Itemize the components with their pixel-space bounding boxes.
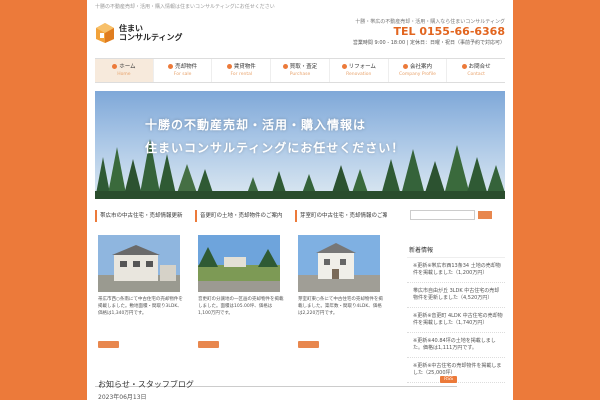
nav-sublabel: Renovation <box>346 72 372 77</box>
sidebar-news-item[interactable]: ※更新※40.84坪の土地を掲載しました。価格は1,111万円です。 <box>407 333 505 358</box>
nav-item-for-sale[interactable]: 売却物件 For sale <box>154 59 213 82</box>
hero-headline-1: 十勝の不動産売却・活用・購入情報は <box>145 118 367 132</box>
nav-item-renovation[interactable]: リフォーム Renovation <box>330 59 389 82</box>
sidebar-news-item[interactable]: ※更新※音更町 4LDK 中古住宅の売却物件を掲載しました（1,740万円） <box>407 308 505 333</box>
search-button[interactable] <box>478 211 492 219</box>
property-card-title[interactable]: 芽室町の中古住宅・売却情報のご案内 <box>295 210 387 222</box>
nav-bullet-icon <box>226 63 232 69</box>
house-box-icon <box>96 23 114 43</box>
property-card-title[interactable]: 帯広市の中古住宅・売却情報更新 <box>95 210 187 222</box>
nav-sublabel: Contact <box>467 72 485 77</box>
header-contact: 十勝・帯広の不動産売却・活用・購入なら住まいコンサルティング TEL 0155-… <box>353 18 505 46</box>
property-card-text: 帯広市西○条南にて中古住宅の売却物件を掲載しました。敷地面積・間取り3LDK、価… <box>98 297 183 316</box>
nav-label: 売却物件 <box>175 64 198 70</box>
nav-sublabel: Company Profile <box>399 72 436 77</box>
nav-label: お問合せ <box>468 64 491 70</box>
property-card[interactable]: 音更町の土地・売却物件のご案内 音更町の分譲地の一区画の売却物件を掲載しました。… <box>195 210 287 360</box>
logo-line-1: 住まい <box>119 24 143 33</box>
nav-sublabel: Home <box>117 72 131 77</box>
nav-item-contact[interactable]: お問合せ Contact <box>447 59 505 82</box>
nav-bullet-icon <box>168 63 174 69</box>
sidebar-news-item[interactable]: 帯広市自由が丘 3LDK 中古住宅の売却物件を更新しました（4,520万円） <box>407 283 505 308</box>
nav-item-company-profile[interactable]: 会社案内 Company Profile <box>389 59 448 82</box>
nav-item-for-rental[interactable]: 賃貸物件 For rental <box>212 59 272 82</box>
property-photo <box>98 235 180 292</box>
logo-text: 住まい コンサルティング <box>119 24 183 42</box>
search-form <box>410 210 505 220</box>
property-photo <box>298 235 380 292</box>
property-cards: 帯広市の中古住宅・売却情報更新 帯広市西○条南にて中古住宅の売却物件を掲載しまし… <box>95 210 395 360</box>
nav-item-purchase[interactable]: 買取・査定 Purchase <box>271 59 330 82</box>
nav-label: リフォーム <box>348 64 376 70</box>
logo-line-2: コンサルティング <box>119 33 183 42</box>
nav-label: 買取・査定 <box>289 64 318 70</box>
nav-sublabel: Purchase <box>289 72 311 77</box>
more-button[interactable] <box>298 341 319 348</box>
nav-bullet-icon <box>341 63 347 69</box>
news-title: お知らせ・スタッフブログ <box>98 380 194 389</box>
hero-headline-2: 住まいコンサルティングにお任せください！ <box>145 141 405 155</box>
sidebar-news-item[interactable]: ※更新※帯広市西13条34 土地の売却物件を掲載しました（1,200万円） <box>407 258 505 283</box>
nav-label: ホーム <box>119 64 136 70</box>
more-button[interactable] <box>198 341 219 348</box>
hero-banner: 十勝の不動産売却・活用・購入情報は 住まいコンサルティングにお任せください！ <box>95 91 505 199</box>
nav-sublabel: For rental <box>230 72 253 77</box>
page: 十勝の不動産売却・活用・購入情報は住まいコンサルティングにお任せください 住まい… <box>87 0 513 400</box>
rss-button[interactable]: RSS <box>440 376 457 383</box>
news-date: 2023年06月13日 <box>98 394 147 400</box>
nav-bullet-icon <box>402 63 408 69</box>
search-input[interactable] <box>410 210 475 220</box>
header-description: 十勝・帯広の不動産売却・活用・購入なら住まいコンサルティング <box>355 19 505 25</box>
nav-bullet-icon <box>461 63 467 69</box>
sidebar-heading: 新着情報 <box>407 245 505 258</box>
nav-bullet-icon <box>112 63 118 69</box>
property-card[interactable]: 帯広市の中古住宅・売却情報更新 帯広市西○条南にて中古住宅の売却物件を掲載しまし… <box>95 210 187 360</box>
nav-item-home[interactable]: ホーム Home <box>95 59 154 82</box>
business-hours: 営業時間 9:00 - 18:00 | 定休日：日曜・祝日（事前予約で対応可） <box>352 40 505 46</box>
property-card[interactable]: 芽室町の中古住宅・売却情報のご案内 芽室町東○条にて中古住宅の売却物件を掲載しま… <box>295 210 387 360</box>
property-card-text: 音更町の分譲地の一区画の売却物件を掲載しました。面積は105.00坪、価格は1,… <box>198 297 284 316</box>
more-button[interactable] <box>98 341 119 348</box>
property-photo <box>198 235 280 292</box>
property-card-text: 芽室町東○条にて中古住宅の売却物件を掲載しました。築年数・間取り4LDK、価格は… <box>298 297 383 316</box>
site-logo[interactable]: 住まい コンサルティング <box>95 22 183 44</box>
nav-bullet-icon <box>282 63 288 69</box>
nav-label: 賃貸物件 <box>233 64 256 70</box>
nav-label: 会社案内 <box>409 64 432 70</box>
nav-sublabel: For sale <box>173 72 192 77</box>
sidebar: 新着情報 ※更新※帯広市西13条34 土地の売却物件を掲載しました（1,200万… <box>407 210 505 383</box>
header-tagline: 十勝の不動産売却・活用・購入情報は住まいコンサルティングにお任せください <box>95 4 275 10</box>
phone-number[interactable]: TEL 0155-66-6368 <box>353 25 505 39</box>
global-nav: ホーム Home 売却物件 For sale 賃貸物件 For rental 買… <box>95 58 505 83</box>
property-card-title[interactable]: 音更町の土地・売却物件のご案内 <box>195 210 287 222</box>
news-section-header: お知らせ・スタッフブログ RSS <box>95 372 457 389</box>
